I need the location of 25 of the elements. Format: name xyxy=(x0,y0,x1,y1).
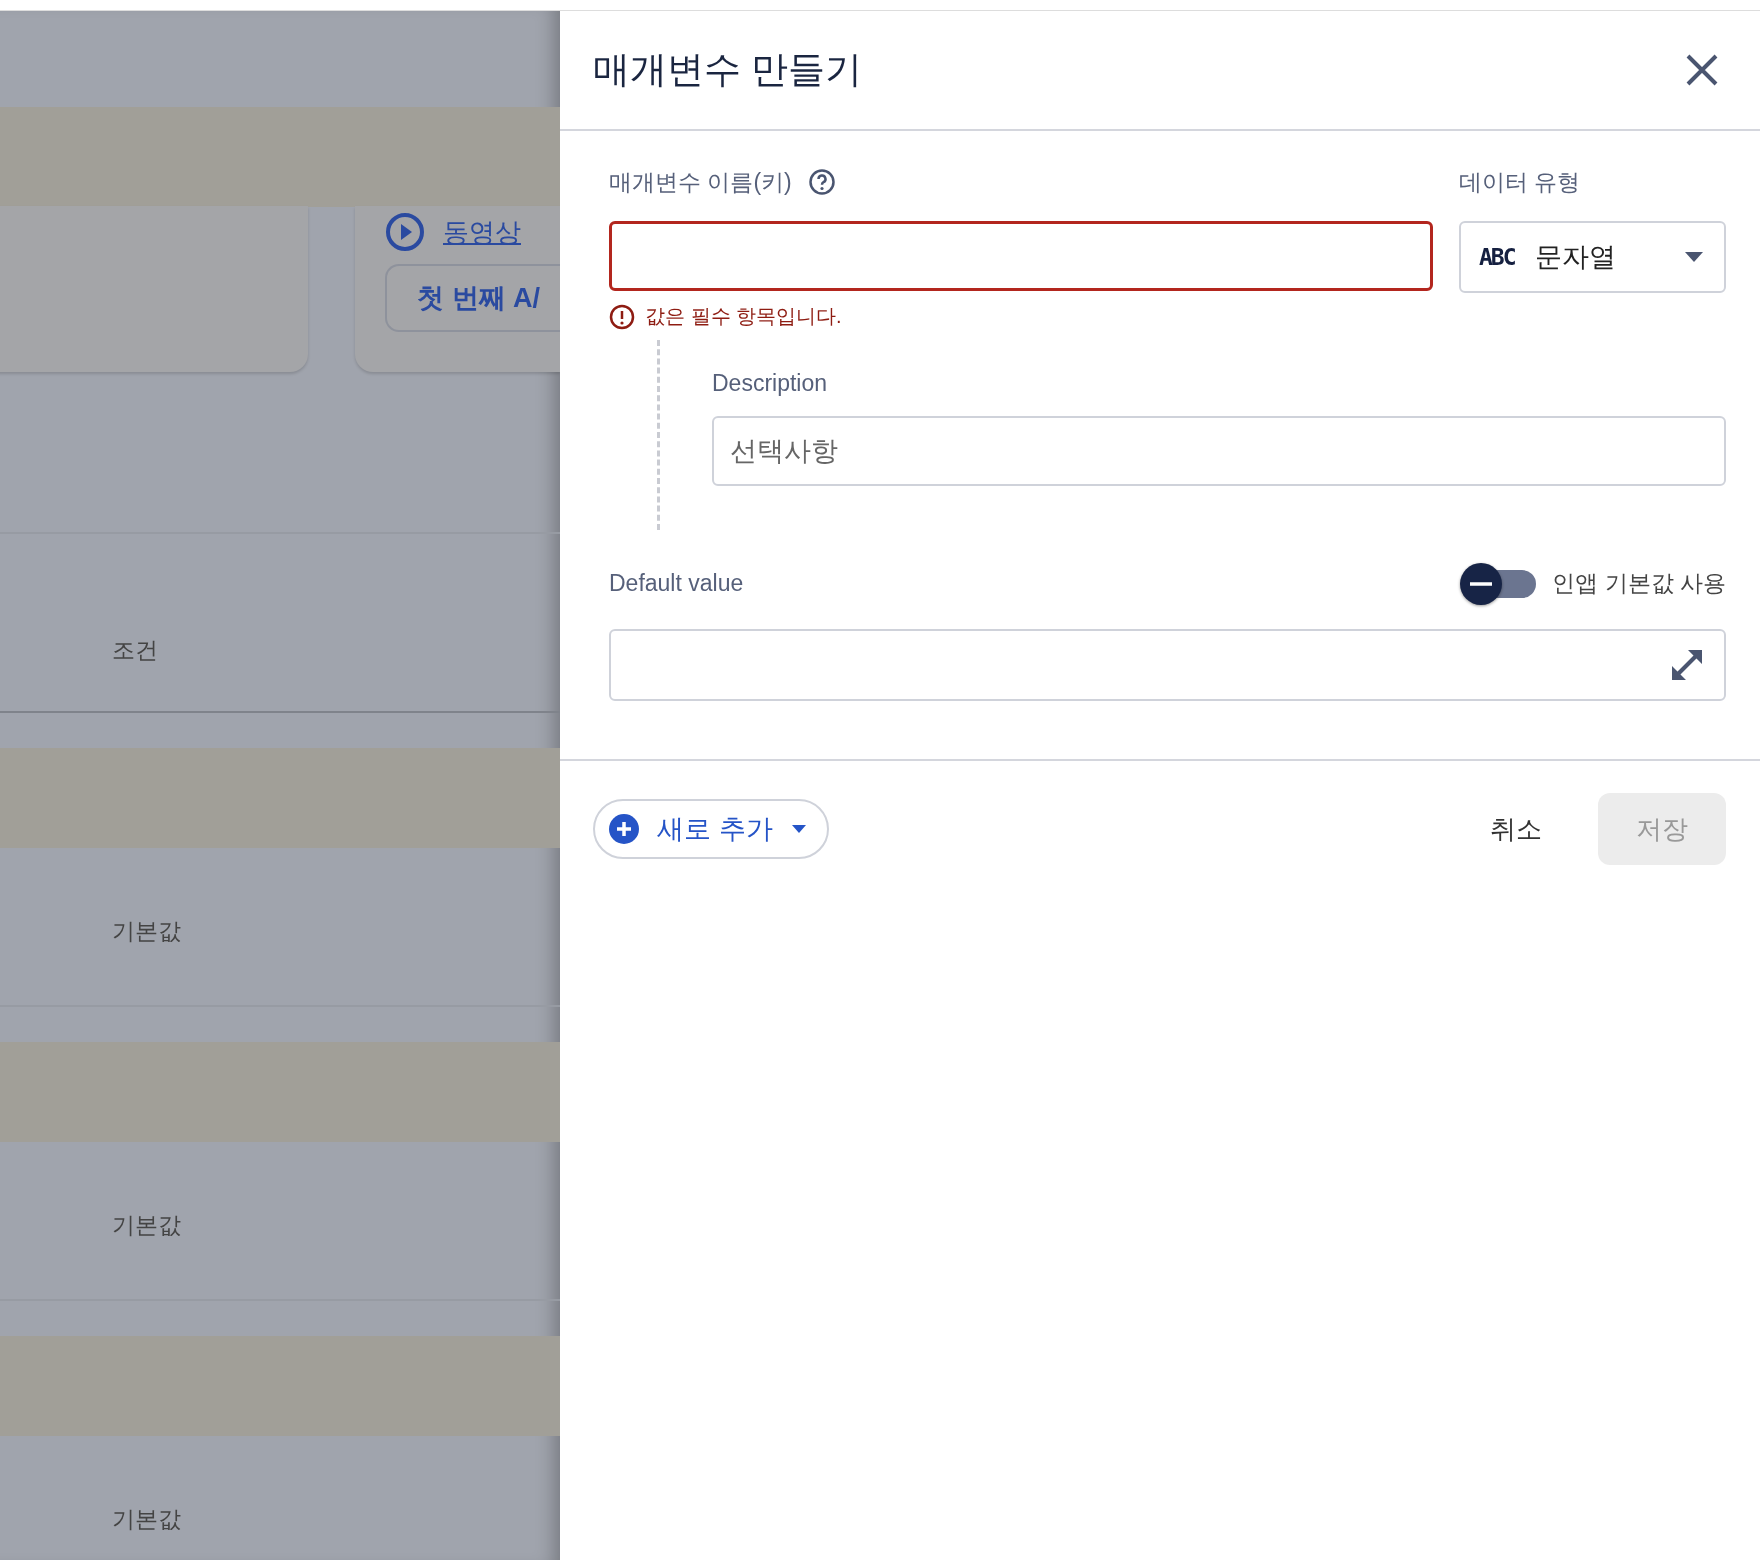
caret-icon xyxy=(790,824,807,834)
column-header: 조건 xyxy=(112,635,158,665)
error-message: 값은 필수 항목입니다. xyxy=(645,304,842,329)
row-label: 기본값 xyxy=(112,1211,182,1240)
plus-icon xyxy=(609,814,639,844)
close-icon[interactable] xyxy=(1684,52,1720,88)
cancel-button[interactable]: 취소 xyxy=(1484,810,1548,848)
field-label: 데이터 유형 xyxy=(1459,167,1581,197)
field-label: Description xyxy=(712,369,828,397)
play-icon xyxy=(385,212,425,252)
add-new-button[interactable]: 새로 추가 xyxy=(593,799,829,859)
dialog-title: 매개변수 만들기 xyxy=(593,48,863,92)
name-input[interactable] xyxy=(609,221,1433,291)
default-value-input[interactable] xyxy=(609,629,1726,701)
minus-icon xyxy=(1470,581,1493,586)
default-toggle[interactable]: 인앱 기본값 사용 xyxy=(1459,560,1726,607)
help-icon[interactable] xyxy=(807,168,836,196)
field-label: Default value xyxy=(609,569,744,598)
error-icon xyxy=(609,303,635,330)
description-input[interactable]: 선택사항 xyxy=(712,416,1726,486)
row-label: 기본값 xyxy=(112,1505,182,1534)
caret-icon xyxy=(1684,251,1704,263)
data-type-dropdown[interactable]: ABC 문자열 xyxy=(1459,221,1726,293)
row-label: 기본값 xyxy=(112,917,182,946)
field-label: 매개변수 이름(키) xyxy=(609,167,792,197)
